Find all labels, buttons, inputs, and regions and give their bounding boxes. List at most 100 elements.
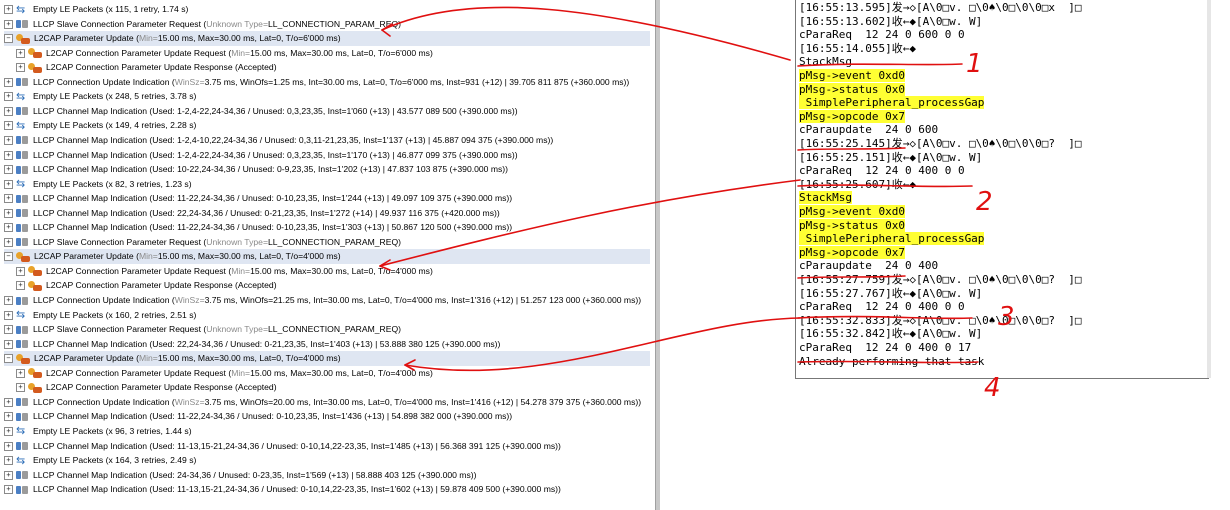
packet-summary: L2CAP Connection Parameter Update Reques… [46, 265, 232, 276]
packet-row[interactable]: − L2CAP Parameter Update (Min= 15.00 ms, M… [4, 249, 650, 265]
packet-row[interactable]: + L2CAP Connection Parameter Update Reque… [16, 264, 650, 279]
packet-row[interactable]: + LLCP Channel Map Indication (Used: 11-1… [4, 482, 650, 497]
packet-row[interactable]: + Empty LE Packets (x 149, 4 retries, 2.2… [4, 118, 650, 133]
packet-row[interactable]: + L2CAP Connection Parameter Update Respo… [16, 60, 650, 75]
console-line: [16:55:14.055]收←◆ [799, 41, 916, 55]
pane-splitter[interactable] [655, 0, 660, 510]
packet-field-values: 15.00 ms, Max=30.00 ms, Lat=0, T/o=6'000… [250, 47, 433, 58]
packet-row[interactable]: + L2CAP Connection Parameter Update Reque… [16, 366, 650, 381]
packet-row[interactable]: + Empty LE Packets (x 248, 5 retries, 3.7… [4, 89, 650, 104]
packet-row[interactable]: + L2CAP Connection Parameter Update Respo… [16, 380, 650, 395]
console-line: cParaReq 12 24 0 400 0 0 [799, 300, 965, 314]
expand-icon[interactable]: + [4, 237, 13, 247]
expand-icon[interactable]: + [4, 150, 13, 160]
packet-row[interactable]: + Empty LE Packets (x 96, 3 retries, 1.44… [4, 423, 650, 439]
packet-row[interactable]: + LLCP Channel Map Indication (Used: 22,2… [4, 206, 650, 221]
expand-icon[interactable]: + [16, 48, 25, 58]
packet-summary: LLCP Channel Map Indication (Used: 11-22… [33, 222, 513, 233]
expand-icon[interactable]: + [4, 77, 13, 87]
packet-row[interactable]: + LLCP Slave Connection Parameter Request… [4, 235, 650, 250]
packet-row[interactable]: + LLCP Channel Map Indication (Used: 11-2… [4, 220, 650, 235]
packet-field-label: WinSz= [174, 76, 205, 87]
packet-row[interactable]: + Empty LE Packets (x 82, 3 retries, 1.23… [4, 176, 650, 192]
llcp-icon [16, 397, 30, 407]
packet-row[interactable]: + LLCP Channel Map Indication (Used: 1-2,… [4, 148, 650, 163]
packet-field-label: Min= [231, 367, 251, 378]
expand-icon[interactable]: + [4, 339, 13, 349]
packet-row[interactable]: + LLCP Connection Update Indication (WinS… [4, 395, 650, 410]
packet-row[interactable]: + LLCP Channel Map Indication (Used: 22,2… [4, 337, 650, 352]
expand-icon[interactable]: + [4, 165, 13, 175]
packet-row[interactable]: + L2CAP Connection Parameter Update Reque… [16, 46, 650, 61]
expand-icon[interactable]: + [4, 194, 13, 204]
expand-icon[interactable]: + [16, 281, 25, 291]
packet-row[interactable]: + L2CAP Connection Parameter Update Respo… [16, 278, 650, 293]
packet-row[interactable]: + LLCP Channel Map Indication (Used: 1-2,… [4, 133, 650, 148]
packet-row[interactable]: + LLCP Connection Update Indication (WinS… [4, 293, 650, 308]
packet-summary: LLCP Channel Map Indication (Used: 11-13… [33, 440, 561, 451]
expand-icon[interactable]: + [4, 223, 13, 233]
packet-field-values: 15.00 ms, Max=30.00 ms, Lat=0, T/o=4'000… [250, 265, 433, 276]
console-line: [16:55:32.833]发→◇[A\0□v. □\0♠\0□\0\0□? ]… [799, 313, 1082, 327]
expand-icon[interactable]: + [4, 470, 13, 480]
packet-row[interactable]: + LLCP Slave Connection Parameter Request… [4, 322, 650, 337]
empty-packets-icon [16, 307, 30, 322]
collapse-icon[interactable]: − [4, 252, 13, 262]
packet-summary: LLCP Connection Update Indication ( [33, 76, 175, 87]
expand-icon[interactable]: + [16, 383, 25, 393]
packet-row[interactable]: + Empty LE Packets (x 164, 3 retries, 2.4… [4, 453, 650, 468]
console-line: SimplePeripheral_processGap [799, 96, 985, 110]
expand-icon[interactable]: + [4, 426, 13, 436]
packet-row[interactable]: + Empty LE Packets (x 160, 2 retries, 2.5… [4, 307, 650, 323]
expand-icon[interactable]: + [4, 485, 13, 495]
packet-field-label: Min= [231, 265, 251, 276]
console-line: pMsg->opcode 0x7 [799, 109, 905, 123]
expand-icon[interactable]: + [4, 325, 13, 335]
collapse-icon[interactable]: − [4, 34, 13, 44]
expand-icon[interactable]: + [4, 441, 13, 451]
packet-row[interactable]: + LLCP Connection Update Indication (WinS… [4, 75, 650, 90]
packet-row[interactable]: + LLCP Slave Connection Parameter Request… [4, 17, 650, 32]
packet-row[interactable]: + LLCP Channel Map Indication (Used: 24-3… [4, 468, 650, 483]
packet-row[interactable]: + LLCP Channel Map Indication (Used: 10-2… [4, 162, 650, 177]
expand-icon[interactable]: + [4, 412, 13, 422]
expand-icon[interactable]: + [4, 92, 13, 102]
llcp-icon [16, 194, 30, 204]
packet-row[interactable]: + Empty LE Packets (x 115, 1 retry, 1.74 … [4, 2, 650, 17]
packet-summary: LLCP Channel Map Indication (Used: 22,24… [33, 207, 500, 218]
l2cap-icon [16, 251, 31, 262]
packet-summary: L2CAP Connection Parameter Update Reques… [46, 367, 232, 378]
expand-icon[interactable]: + [4, 5, 13, 14]
collapse-icon[interactable]: − [4, 354, 13, 364]
llcp-icon [16, 441, 30, 451]
expand-icon[interactable]: + [4, 208, 13, 218]
l2cap-icon [16, 353, 31, 364]
expand-icon[interactable]: + [4, 135, 13, 145]
packet-row[interactable]: + LLCP Channel Map Indication (Used: 11-1… [4, 439, 650, 454]
expand-icon[interactable]: + [4, 296, 13, 305]
packet-list-pane: + Empty LE Packets (x 115, 1 retry, 1.74 … [0, 0, 655, 510]
packet-summary: L2CAP Parameter Update ( [34, 353, 139, 364]
l2cap-icon [28, 62, 43, 73]
llcp-icon [16, 223, 30, 233]
llcp-icon [16, 106, 30, 116]
packet-row[interactable]: + LLCP Channel Map Indication (Used: 11-2… [4, 191, 650, 206]
expand-icon[interactable]: + [4, 397, 13, 407]
expand-icon[interactable]: + [4, 456, 13, 466]
expand-icon[interactable]: + [4, 19, 13, 29]
packet-row[interactable]: + LLCP Channel Map Indication (Used: 11-2… [4, 409, 650, 424]
expand-icon[interactable]: + [4, 179, 13, 189]
packet-row[interactable]: − L2CAP Parameter Update (Min= 15.00 ms, M… [4, 31, 650, 47]
expand-icon[interactable]: + [16, 368, 25, 378]
expand-icon[interactable]: + [4, 106, 13, 116]
console-line: [16:55:25.607]收←◆ [799, 177, 916, 191]
console-scrollbar[interactable] [1207, 0, 1211, 378]
expand-icon[interactable]: + [4, 121, 13, 131]
packet-row[interactable]: + LLCP Channel Map Indication (Used: 1-2,… [4, 104, 650, 119]
expand-icon[interactable]: + [4, 310, 13, 320]
console-line: StackMsg [799, 55, 852, 69]
l2cap-icon [28, 266, 43, 277]
packet-row[interactable]: − L2CAP Parameter Update (Min= 15.00 ms, M… [4, 351, 650, 367]
expand-icon[interactable]: + [16, 63, 25, 73]
expand-icon[interactable]: + [16, 266, 25, 276]
